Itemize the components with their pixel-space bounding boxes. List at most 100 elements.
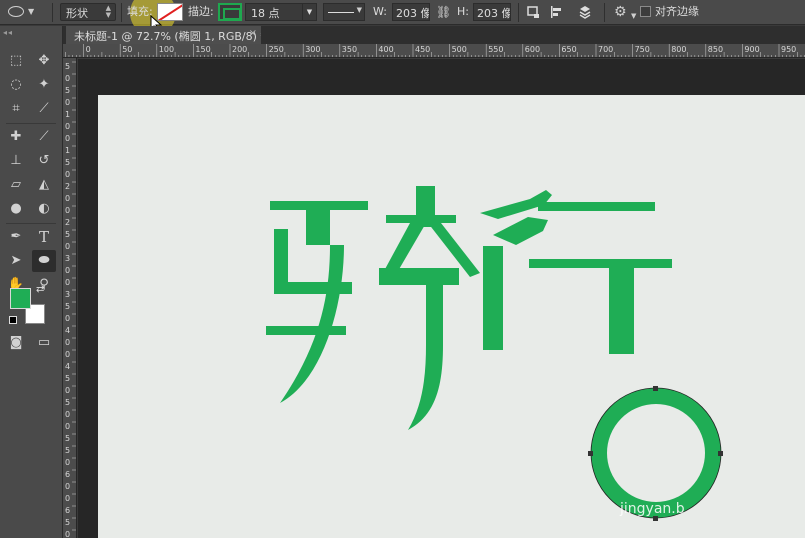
divider	[6, 223, 56, 224]
stroke-type-dropdown[interactable]: ▼	[323, 3, 365, 21]
tool-mode-select[interactable]: 形状 ▲ ▼	[60, 3, 116, 21]
link-icon[interactable]: ⛓	[436, 3, 451, 21]
ruler-label: 3	[65, 254, 70, 263]
crop-icon[interactable]: ⌗	[4, 98, 28, 120]
ruler-label: 550	[488, 45, 503, 54]
close-icon[interactable]: ×	[249, 28, 257, 39]
vertical-ruler[interactable]: 5 0 5 0 1 0 0 1 5 0 2 0 0 2 5 0 3 0 0 3 5 0 4 0 0 4 5 0 5 0 0 5 5 0 6 0 0 6 5 0	[63, 58, 77, 538]
artwork	[266, 186, 723, 521]
gear-icon[interactable]: ⚙ ▼	[614, 3, 636, 21]
rectangular-marquee-icon[interactable]: ⬚	[4, 50, 28, 72]
path-operations-button[interactable]	[526, 3, 542, 21]
stroke-width-field[interactable]: 18 点 ▼	[245, 3, 317, 21]
panel-grip[interactable]: ◂◂	[3, 28, 13, 37]
ruler-label: 5	[65, 86, 70, 95]
ellipse-icon	[8, 6, 24, 17]
chevron-down-icon: ▼	[28, 7, 35, 16]
ruler-label: 650	[561, 45, 576, 54]
ruler-label: 0	[65, 266, 70, 275]
divider	[6, 123, 56, 124]
divider	[52, 3, 53, 22]
ruler-label: 800	[671, 45, 686, 54]
ruler-label: 2	[65, 182, 70, 191]
path-alignment-button[interactable]	[550, 3, 566, 21]
stroke-label: 描边:	[188, 5, 214, 18]
document-tab-bar: 未标题-1 @ 72.7% (椭圆 1, RGB/8) * ×	[63, 26, 805, 44]
chevron-down-icon[interactable]: ▼	[302, 4, 316, 20]
document-canvas[interactable]	[98, 95, 805, 538]
ruler-label: 500	[452, 45, 467, 54]
ruler-label: 0	[65, 314, 70, 323]
ruler-label: 5	[65, 434, 70, 443]
blur-icon[interactable]: ●	[4, 198, 28, 220]
align-edges-checkbox[interactable]	[640, 6, 651, 17]
path-arrangement-icon	[579, 6, 591, 19]
ruler-label: 0	[65, 338, 70, 347]
default-colors-icon[interactable]	[9, 316, 17, 324]
paint-bucket-icon[interactable]: ◭	[32, 174, 56, 196]
height-field[interactable]: 203 像	[473, 3, 511, 21]
anchor-point[interactable]	[588, 451, 593, 456]
ruler-label: 1	[65, 110, 70, 119]
ruler-label: 150	[195, 45, 210, 54]
ruler-label: 350	[342, 45, 357, 54]
ruler-label: 0	[65, 386, 70, 395]
ruler-label: 0	[65, 458, 70, 467]
magic-wand-icon[interactable]: ✦	[32, 74, 56, 96]
anchor-point[interactable]	[653, 386, 658, 391]
ruler-label: 5	[65, 446, 70, 455]
screen-mode-icon[interactable]: ▭	[32, 332, 56, 354]
path-arrangement-button[interactable]	[578, 3, 594, 21]
ruler-label: 6	[65, 506, 70, 515]
ruler-label: 0	[86, 45, 91, 54]
ruler-label: 0	[65, 530, 70, 538]
healing-brush-icon[interactable]: ✚	[4, 126, 28, 148]
ruler-ticks: 5005010015020025030035040045050055060065…	[64, 44, 805, 57]
chevron-down-icon: ▼	[356, 6, 362, 14]
ruler-label: 750	[635, 45, 650, 54]
document-tab[interactable]: 未标题-1 @ 72.7% (椭圆 1, RGB/8) * ×	[66, 26, 261, 44]
ruler-label: 700	[598, 45, 613, 54]
path-selection-icon[interactable]: ➤	[4, 250, 28, 272]
width-field[interactable]: 203 像	[392, 3, 430, 21]
tool-mode-value: 形状	[66, 7, 88, 20]
dodge-icon[interactable]: ◐	[32, 198, 56, 220]
ruler-label: 400	[378, 45, 393, 54]
ruler-label: 0	[65, 482, 70, 491]
clone-stamp-icon[interactable]: ⊥	[4, 150, 28, 172]
foreground-color[interactable]	[10, 288, 31, 309]
ruler-label: 0	[65, 422, 70, 431]
ellipse-icon[interactable]: ⬬	[32, 250, 56, 272]
ruler-label: 5	[65, 158, 70, 167]
eyedropper-icon[interactable]: ⟋	[32, 98, 56, 120]
stroke-width-value: 18 点	[251, 7, 280, 20]
history-brush-icon[interactable]: ↺	[32, 150, 56, 172]
type-icon[interactable]: T	[32, 226, 56, 248]
ruler-label: 950	[781, 45, 796, 54]
quick-mask-icon[interactable]: ◙	[4, 332, 28, 354]
horizontal-ruler[interactable]: 5005010015020025030035040045050055060065…	[63, 44, 805, 58]
ruler-label: 0	[65, 74, 70, 83]
ruler-label: 50	[122, 45, 132, 54]
ruler-label: 0	[65, 278, 70, 287]
divider	[121, 3, 122, 22]
lasso-icon[interactable]: ◌	[4, 74, 28, 96]
ruler-label: 0	[65, 170, 70, 179]
ruler-label: 0	[65, 194, 70, 203]
ruler-label: 0	[65, 98, 70, 107]
eraser-icon[interactable]: ▱	[4, 174, 28, 196]
ruler-label: 4	[65, 326, 70, 335]
swap-colors-icon[interactable]: ⇄	[36, 284, 44, 295]
options-bar: ▼ 形状 ▲ ▼ 填充: 描边: 18 点 ▼ ▼ W: 203 像 ⛓ H: 2…	[0, 0, 805, 36]
ruler-label: 0	[65, 494, 70, 503]
ruler-label: 3	[65, 290, 70, 299]
brush-icon[interactable]: ⟋	[32, 126, 56, 148]
ruler-label: 0	[65, 206, 70, 215]
ruler-label: 0	[65, 134, 70, 143]
ruler-label: 5	[65, 302, 70, 311]
anchor-point[interactable]	[718, 451, 723, 456]
pen-icon[interactable]: ✒	[4, 226, 28, 248]
tool-preset-picker[interactable]: ▼	[8, 3, 44, 21]
stroke-color-swatch[interactable]	[218, 3, 242, 21]
move-icon[interactable]: ✥	[32, 50, 56, 72]
